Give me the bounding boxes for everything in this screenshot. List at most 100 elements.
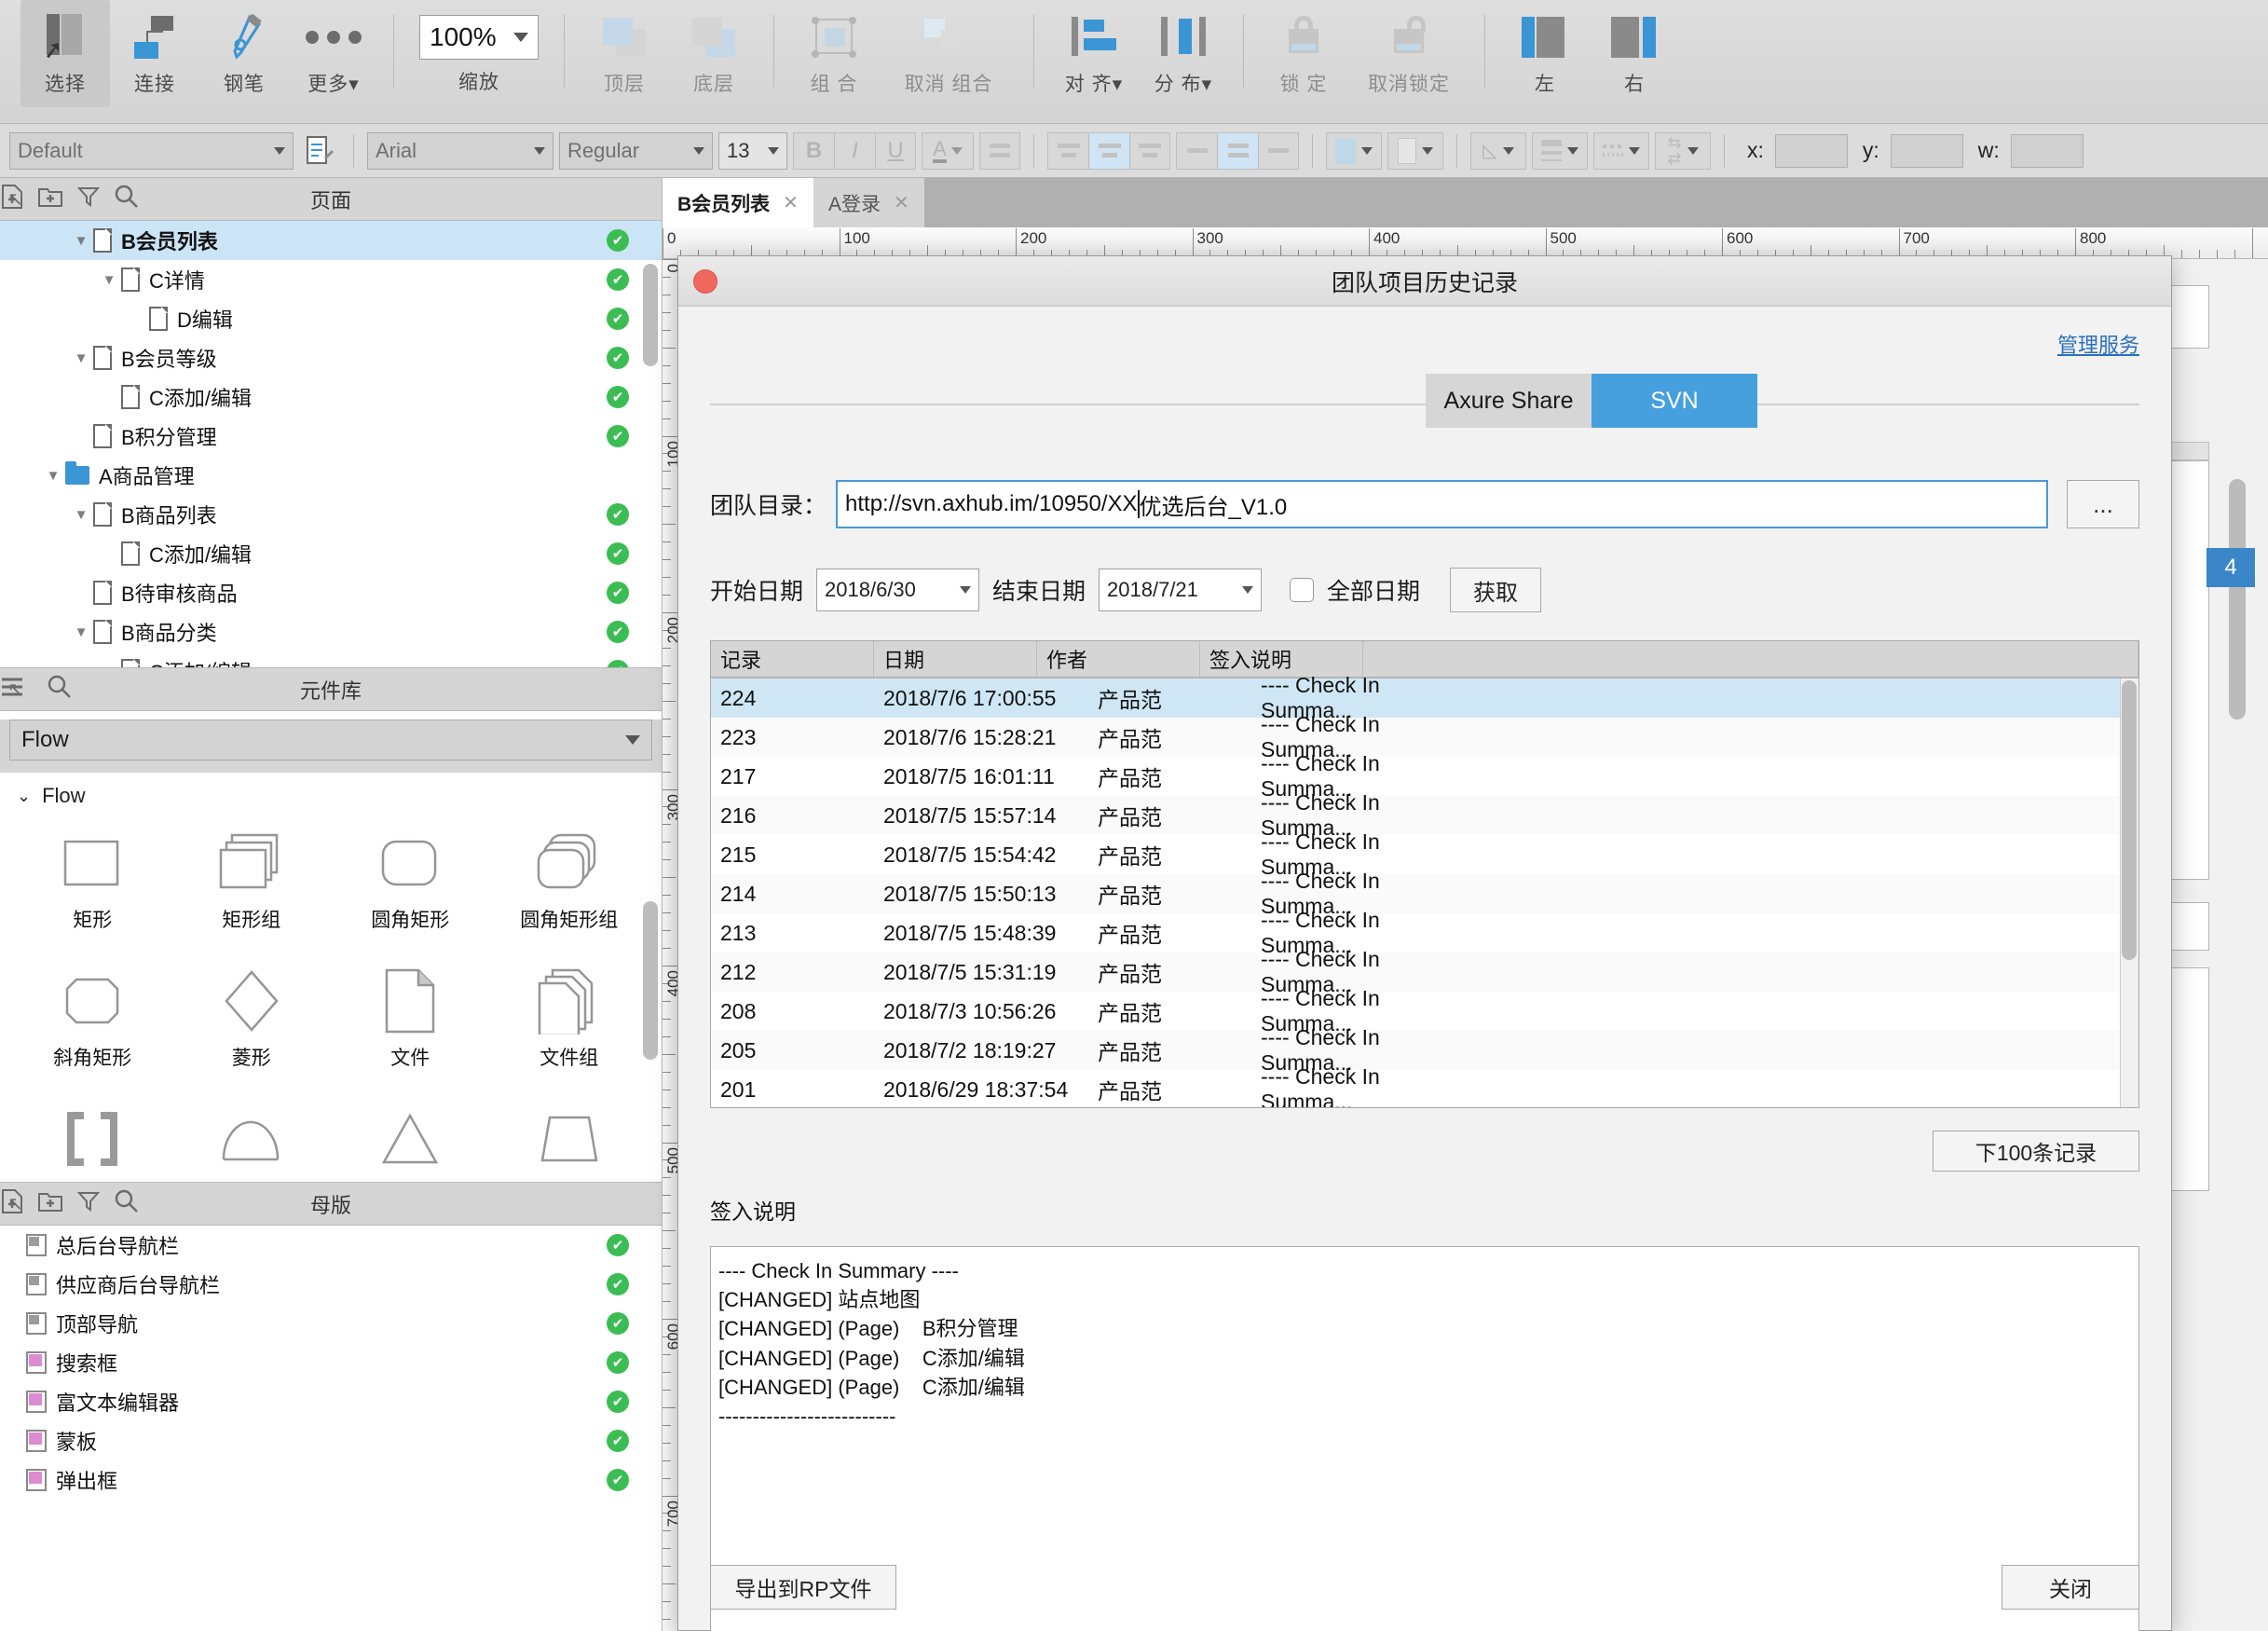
table-column-header[interactable]: 记录 xyxy=(711,641,874,677)
y-input[interactable] xyxy=(1890,133,1963,168)
library-widget-item[interactable] xyxy=(331,1099,490,1182)
close-button[interactable]: 关闭 xyxy=(2002,1565,2139,1610)
align-middle-button[interactable] xyxy=(1217,131,1258,170)
page-tree-item[interactable]: C添加/编辑 ✔ xyxy=(0,534,662,573)
library-widget-item[interactable] xyxy=(490,1099,649,1182)
shadow-button[interactable] xyxy=(1387,131,1443,170)
tool-unlock[interactable]: 取消锁定 xyxy=(1348,0,1469,107)
align-left-button[interactable] xyxy=(1047,131,1088,170)
tool-more[interactable]: 更多▾ xyxy=(289,0,378,107)
end-date-select[interactable]: 2018/7/21 xyxy=(1099,569,1263,611)
master-list-item[interactable]: 弹出框 ✔ xyxy=(0,1460,662,1500)
library-widget-item[interactable] xyxy=(13,1099,172,1182)
twisty-icon[interactable]: ▼ xyxy=(69,624,93,640)
zoom-select[interactable]: 100% xyxy=(419,15,539,60)
page-tree-item[interactable]: B积分管理 ✔ xyxy=(0,417,662,456)
library-scrollbar[interactable] xyxy=(643,901,658,1060)
library-widget-item[interactable] xyxy=(172,1099,332,1182)
twisty-icon[interactable]: ▼ xyxy=(69,350,93,366)
twisty-icon[interactable]: ▼ xyxy=(97,272,121,288)
align-center-button[interactable] xyxy=(1088,131,1129,170)
bullet-list-button[interactable] xyxy=(979,131,1020,170)
master-list-item[interactable]: 蒙板 ✔ xyxy=(0,1421,662,1460)
zoom-control[interactable]: 100% 缩放 xyxy=(409,0,549,95)
page-tree-item[interactable]: ▼ B商品列表 ✔ xyxy=(0,495,662,534)
align-top-button[interactable] xyxy=(1176,131,1217,170)
twisty-icon[interactable]: ▼ xyxy=(41,468,65,484)
library-widget-item[interactable]: 菱形 xyxy=(172,961,332,1099)
library-select[interactable]: Flow xyxy=(9,720,652,761)
close-icon[interactable] xyxy=(693,268,717,294)
tool-connect[interactable]: 连接 xyxy=(110,0,199,107)
export-rp-button[interactable]: 导出到RP文件 xyxy=(710,1565,896,1610)
tool-bring-front[interactable]: 顶层 xyxy=(580,0,669,107)
tab-svn[interactable]: SVN xyxy=(1592,374,1757,428)
team-directory-input[interactable]: http://svn.axhub.im/10950/XX 优选后台_V1.0 xyxy=(836,480,2048,528)
table-column-header[interactable]: 作者 xyxy=(1037,641,1200,677)
page-tree-item[interactable]: ▼ B会员等级 ✔ xyxy=(0,338,662,377)
tab-axure-share[interactable]: Axure Share xyxy=(1426,374,1592,428)
table-row[interactable]: 201 2018/6/29 18:37:54 产品范 ---- Check In Su… xyxy=(711,1064,2138,1107)
master-list-item[interactable]: 总后台导航栏 ✔ xyxy=(0,1226,662,1265)
italic-button[interactable]: I xyxy=(834,131,875,170)
master-list-item[interactable]: 富文本编辑器 ✔ xyxy=(0,1382,662,1421)
font-color-button[interactable]: A xyxy=(922,131,974,170)
history-table-scrollbar[interactable] xyxy=(2122,680,2137,960)
page-tree-item[interactable]: ▼ B会员列表 ✔ xyxy=(0,221,662,260)
twisty-icon[interactable]: ▼ xyxy=(69,507,93,523)
library-widget-item[interactable]: 圆角矩形 xyxy=(331,823,490,961)
twisty-icon[interactable]: ▼ xyxy=(69,233,93,249)
style-select[interactable]: Default xyxy=(9,131,294,170)
table-column-header[interactable]: 签入说明 xyxy=(1200,641,1363,677)
tab-b-member-list[interactable]: B会员列表 ✕ xyxy=(663,178,813,227)
tool-distribute[interactable]: 分 布▾ xyxy=(1139,0,1228,107)
master-list-item[interactable]: 搜索框 ✔ xyxy=(0,1343,662,1382)
page-tree-item[interactable]: ▼ B商品分类 ✔ xyxy=(0,612,662,651)
tool-ungroup[interactable]: 取消 组合 xyxy=(879,0,1018,107)
all-dates-checkbox[interactable] xyxy=(1290,578,1315,602)
master-list-item[interactable]: 供应商后台导航栏 ✔ xyxy=(0,1265,662,1304)
w-input[interactable] xyxy=(2010,133,2084,168)
page-tree-item[interactable]: C添加/编辑 ✔ xyxy=(0,377,662,417)
library-widget-item[interactable]: 圆角矩形组 xyxy=(490,823,649,961)
tool-group[interactable]: 组 合 xyxy=(789,0,879,107)
align-bottom-button[interactable] xyxy=(1258,131,1299,170)
fetch-button[interactable]: 获取 xyxy=(1450,568,1542,612)
library-widget-item[interactable]: 文件 xyxy=(331,961,490,1099)
canvas-selected-widget[interactable]: 4 xyxy=(2207,548,2255,587)
arrow-style-button[interactable]: ⇆ ⇄ xyxy=(1655,131,1711,170)
tab-a-login[interactable]: A登录 ✕ xyxy=(813,178,924,227)
fill-color-button[interactable] xyxy=(1326,131,1382,170)
tool-align[interactable]: 对 齐▾ xyxy=(1049,0,1139,107)
line-style-button[interactable] xyxy=(1593,131,1649,170)
library-widget-item[interactable]: 矩形 xyxy=(13,823,172,961)
pages-scrollbar[interactable] xyxy=(643,264,658,366)
tool-left-panel[interactable]: 左 xyxy=(1500,0,1590,107)
align-right-button[interactable] xyxy=(1129,131,1170,170)
page-tree-item[interactable]: C添加/编辑 ✔ xyxy=(0,651,662,667)
bold-button[interactable]: B xyxy=(793,131,834,170)
page-tree-item[interactable]: D编辑 ✔ xyxy=(0,299,662,338)
font-weight-select[interactable]: Regular xyxy=(559,131,713,170)
start-date-select[interactable]: 2018/6/30 xyxy=(816,569,980,611)
next-100-records-button[interactable]: 下100条记录 xyxy=(1933,1131,2139,1172)
line-width-button[interactable] xyxy=(1532,131,1588,170)
underline-button[interactable]: U xyxy=(875,131,916,170)
line-color-button[interactable]: ◺ xyxy=(1470,131,1526,170)
font-family-select[interactable]: Arial xyxy=(367,131,553,170)
style-editor-icon[interactable] xyxy=(299,135,340,167)
library-widget-item[interactable]: 矩形组 xyxy=(172,823,332,961)
library-widget-item[interactable]: 斜角矩形 xyxy=(13,961,172,1099)
tool-pen[interactable]: 钢笔 xyxy=(199,0,289,107)
close-icon[interactable]: ✕ xyxy=(783,191,799,214)
tool-select[interactable]: ➚ 选择 xyxy=(20,0,110,107)
table-column-header[interactable]: 日期 xyxy=(874,641,1037,677)
page-tree-item[interactable]: B待审核商品 ✔ xyxy=(0,573,662,612)
tool-lock[interactable]: 锁 定 xyxy=(1259,0,1348,107)
browse-button[interactable]: ... xyxy=(2067,480,2139,528)
table-column-header[interactable] xyxy=(1363,641,2138,677)
library-group-header[interactable]: ⌄ Flow xyxy=(0,773,662,808)
library-widget-item[interactable]: 文件组 xyxy=(490,961,649,1099)
manage-services-link[interactable]: 管理服务 xyxy=(710,307,2139,359)
x-input[interactable] xyxy=(1774,133,1848,168)
